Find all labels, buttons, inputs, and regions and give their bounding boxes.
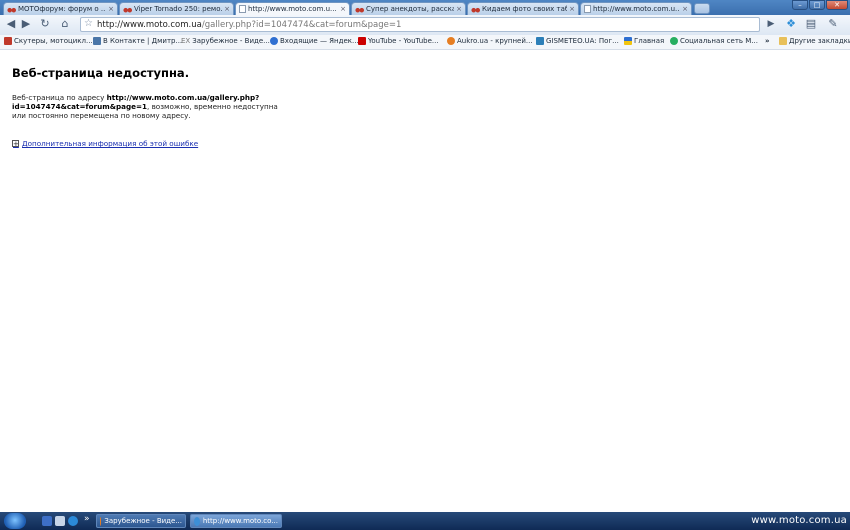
close-tab-icon[interactable]: ×	[456, 5, 462, 13]
moto-icon	[471, 5, 480, 13]
firefox-icon	[100, 516, 102, 526]
bookmark-label: Главная	[634, 37, 665, 45]
watermark: www.moto.com.ua	[751, 515, 847, 526]
vk-icon	[93, 37, 101, 45]
tab-title: Супер анекдоты, расска...	[366, 5, 455, 13]
error-url-line2: id=1047474&cat=forum&page=1	[12, 102, 147, 111]
start-button[interactable]	[4, 513, 26, 529]
bookmark-label: Зарубежное - Виде...	[192, 37, 270, 45]
other-bookmarks-label: Другие закладки	[789, 37, 850, 45]
expand-plus-icon[interactable]: +	[12, 140, 19, 148]
youtube-icon	[358, 37, 366, 45]
tab-anekdoty[interactable]: Супер анекдоты, расска... ×	[351, 2, 466, 15]
new-tab-button[interactable]	[694, 3, 710, 14]
tab-photos[interactable]: Кидаем фото своих табу... ×	[467, 2, 579, 15]
tab-motoforum[interactable]: МОТОфорум: форум о ... ×	[3, 2, 118, 15]
bookmark-label: Скутеры, мотоцикл...	[14, 37, 93, 45]
page-content: Веб-страница недоступна. Веб-страница по…	[0, 50, 850, 512]
task-label: http://www.moto.co...	[202, 517, 278, 525]
bookmark-label: Социальная сеть М...	[680, 37, 758, 45]
bookmark-label: YouTube - YouTube...	[368, 37, 439, 45]
close-tab-icon[interactable]: ×	[569, 5, 575, 13]
error-text-prefix: Веб-страница по адресу	[12, 93, 107, 102]
bookmark-yandex-mail[interactable]: Входящие — Яндек...	[270, 37, 359, 45]
bookmark-social[interactable]: Социальная сеть М...	[670, 37, 758, 45]
navigation-toolbar: ◀ ▶ ↻ ⌂ ☆ http://www.moto.com.ua/gallery…	[0, 15, 850, 36]
address-domain: http://www.moto.com.ua	[97, 19, 202, 30]
page-icon	[239, 5, 246, 13]
bookmarks-overflow-button[interactable]: »	[765, 37, 770, 45]
address-path: /gallery.php?id=1047474&cat=forum&page=1	[201, 19, 402, 30]
tab-title: http://www.moto.com.u...	[248, 5, 337, 13]
tab-viper-tornado[interactable]: Viper Tornado 250: ремо... ×	[119, 2, 234, 15]
bookmark-vkontakte[interactable]: В Контакте | Дмитр...	[93, 37, 182, 45]
maximize-button[interactable]: □	[809, 0, 825, 10]
taskbar-item-moto[interactable]: http://www.moto.co...	[190, 514, 282, 528]
more-info-label[interactable]: Дополнительная информация об этой ошибке	[22, 139, 198, 148]
task-label: Зарубежное - Виде...	[104, 517, 182, 525]
go-arrow-icon[interactable]: ▶	[764, 17, 778, 31]
extension-icon[interactable]: ❖	[784, 17, 798, 31]
bookmark-zarubezhnoe[interactable]: EX Зарубежное - Виде...	[181, 37, 270, 45]
taskbar-item-zarubezhnoe[interactable]: Зарубежное - Виде...	[96, 514, 186, 528]
error-url-line1: http://www.moto.com.ua/gallery.php?	[106, 93, 260, 102]
gismeteo-icon	[536, 37, 544, 45]
moto-icon	[123, 5, 132, 13]
bookmark-label: GISMETEO.UA: Пог...	[546, 37, 619, 45]
close-tab-icon[interactable]: ×	[682, 5, 688, 13]
ex-icon: EX	[181, 37, 191, 45]
tab-title: http://www.moto.com.u...	[593, 5, 681, 13]
quicklaunch-overflow-icon[interactable]: »	[84, 514, 90, 524]
error-title: Веб-страница недоступна.	[12, 66, 190, 80]
mail-icon	[270, 37, 278, 45]
tab-title: МОТОфорум: форум о ...	[18, 5, 107, 13]
more-info-link[interactable]: + Дополнительная информация об этой ошиб…	[12, 139, 198, 148]
reload-icon[interactable]: ↻	[38, 17, 52, 31]
close-tab-icon[interactable]: ×	[224, 5, 230, 13]
error-description: Веб-страница по адресу http://www.moto.c…	[12, 93, 282, 120]
page-icon	[584, 5, 591, 13]
bookmark-scooters[interactable]: Скутеры, мотоцикл...	[4, 37, 93, 45]
close-window-button[interactable]: ✕	[826, 0, 848, 10]
tab-gallery-active[interactable]: http://www.moto.com.u... ×	[235, 2, 350, 15]
aukro-icon	[447, 37, 455, 45]
bookmark-label: Входящие — Яндек...	[280, 37, 359, 45]
moto-icon	[4, 37, 12, 45]
bookmark-youtube[interactable]: YouTube - YouTube...	[358, 37, 439, 45]
tab-strip: МОТОфорум: форум о ... × Viper Tornado 2…	[0, 0, 850, 15]
folder-icon	[779, 37, 787, 45]
star-bookmark-icon[interactable]: ☆	[84, 18, 93, 29]
quicklaunch-desktop-icon[interactable]	[42, 516, 52, 526]
other-bookmarks[interactable]: Другие закладки	[779, 37, 850, 45]
home-icon[interactable]: ⌂	[58, 17, 72, 31]
taskbar: » Зарубежное - Виде... http://www.moto.c…	[0, 512, 850, 530]
page-menu-icon[interactable]: ▤	[804, 17, 818, 31]
minimize-button[interactable]: –	[792, 0, 808, 10]
bookmark-gismeteo[interactable]: GISMETEO.UA: Пог...	[536, 37, 619, 45]
bookmark-glavnaya[interactable]: Главная	[624, 37, 664, 45]
back-arrow-icon[interactable]: ◀	[4, 17, 18, 31]
bookmark-aukro[interactable]: Aukro.ua - крупней...	[447, 37, 533, 45]
tab-title: Viper Tornado 250: ремо...	[134, 5, 223, 13]
quicklaunch-ie-icon[interactable]	[68, 516, 78, 526]
bookmark-label: Aukro.ua - крупней...	[457, 37, 533, 45]
close-tab-icon[interactable]: ×	[108, 5, 114, 13]
moto-icon	[7, 5, 16, 13]
tab-moto-url[interactable]: http://www.moto.com.u... ×	[580, 2, 692, 15]
close-tab-icon[interactable]: ×	[340, 5, 346, 13]
social-icon	[670, 37, 678, 45]
flag-icon	[624, 37, 632, 45]
forward-arrow-icon[interactable]: ▶	[19, 17, 33, 31]
address-bar[interactable]: ☆ http://www.moto.com.ua/gallery.php?id=…	[80, 17, 760, 32]
bookmarks-bar: Скутеры, мотоцикл... В Контакте | Дмитр.…	[0, 35, 850, 50]
chrome-icon	[194, 516, 200, 526]
moto-icon	[355, 5, 364, 13]
tab-title: Кидаем фото своих табу...	[482, 5, 567, 13]
bookmark-label: В Контакте | Дмитр...	[103, 37, 183, 45]
wrench-icon[interactable]: ✎	[826, 17, 840, 31]
quicklaunch-explorer-icon[interactable]	[55, 516, 65, 526]
